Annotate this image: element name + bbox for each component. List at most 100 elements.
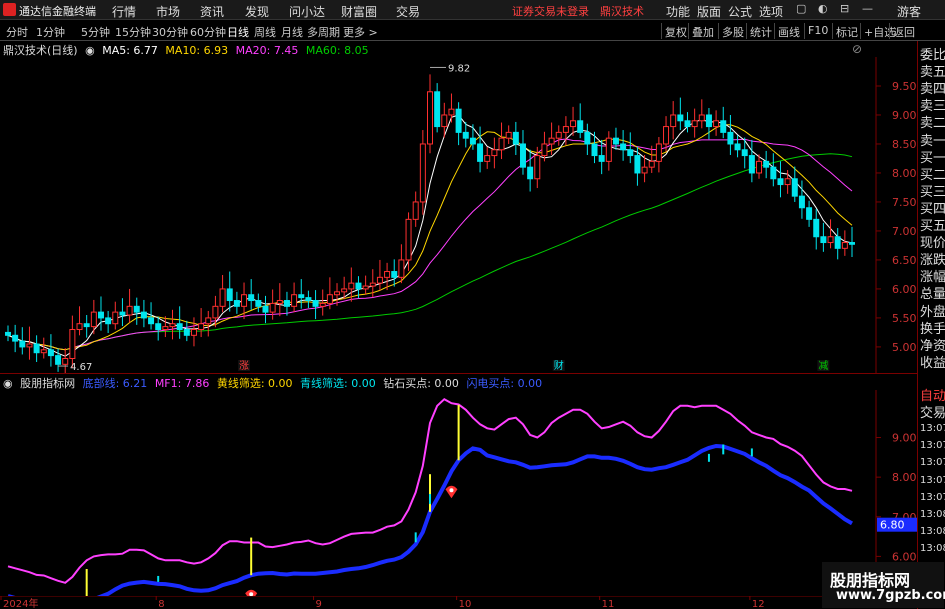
cyan-signal-bar: [157, 575, 160, 582]
minimize-icon[interactable]: —: [862, 2, 873, 15]
menu-quotes[interactable]: 行情: [112, 3, 136, 20]
price-y-tick-label: 6.50: [892, 254, 917, 267]
candle-body: [698, 114, 705, 122]
candle-body: [849, 242, 855, 245]
menu-functions[interactable]: 功能: [666, 3, 690, 20]
candle: [47, 334, 54, 367]
price-y-tick-label: 6.00: [892, 283, 917, 296]
candle-body: [90, 311, 97, 328]
period-monthly[interactable]: 月线: [281, 24, 303, 40]
menu-formula[interactable]: 公式: [728, 3, 752, 20]
candle: [684, 112, 691, 133]
menu-wealth[interactable]: 财富圈: [341, 3, 377, 20]
stats-button[interactable]: 统计: [746, 23, 775, 39]
period-1min[interactable]: 1分钟: [36, 24, 65, 40]
indicator-chart[interactable]: 9.008.007.006.006.80: [0, 390, 917, 596]
adjust-button[interactable]: 复权: [661, 23, 690, 39]
settings-icon[interactable]: ◉: [85, 44, 95, 57]
period-more[interactable]: 更多 >: [343, 24, 378, 40]
period-15min[interactable]: 15分钟: [115, 24, 151, 40]
scroll-icon[interactable]: ⊟: [840, 2, 849, 15]
candle: [62, 348, 69, 373]
restore-icon[interactable]: ▢: [796, 2, 806, 15]
period-multi[interactable]: 多周期: [307, 24, 340, 40]
f10-button[interactable]: F10: [804, 23, 831, 39]
menu-discover[interactable]: 发现: [245, 3, 269, 20]
theme-icon[interactable]: ◐: [818, 2, 828, 15]
price-y-tick-label: 8.00: [892, 167, 917, 180]
overlay-button[interactable]: 叠加: [688, 23, 717, 39]
menu-ask[interactable]: 问小达: [289, 3, 325, 20]
candle: [391, 259, 398, 287]
cyan-signal-bar: [414, 532, 417, 543]
candle: [69, 315, 76, 368]
cyan-signal-bar: [429, 493, 431, 504]
menu-options[interactable]: 选项: [759, 3, 783, 20]
candle: [398, 244, 405, 284]
candle: [198, 308, 205, 338]
candle-body: [126, 305, 133, 316]
time-label: 11: [602, 599, 615, 609]
candle: [477, 126, 484, 173]
candle: [19, 327, 26, 355]
period-60min[interactable]: 60分钟: [190, 24, 226, 40]
guest-label[interactable]: 游客: [897, 3, 921, 20]
period-intraday[interactable]: 分时: [6, 24, 28, 40]
candle-body: [47, 349, 54, 357]
candle-body: [419, 143, 426, 203]
back-button[interactable]: 返回: [889, 23, 918, 39]
candle-body: [312, 300, 319, 307]
candle: [813, 208, 820, 250]
candle: [820, 222, 827, 252]
high-label: 9.82: [448, 63, 470, 74]
candle: [827, 219, 834, 249]
candle-body: [484, 155, 491, 162]
multi-stock-button[interactable]: 多股: [718, 23, 747, 39]
candle: [126, 288, 133, 323]
candle-body: [369, 282, 376, 287]
candle-body: [334, 291, 341, 296]
candle: [205, 310, 212, 337]
candle-body: [605, 137, 612, 162]
candle: [276, 283, 283, 317]
draw-button[interactable]: 画线: [774, 23, 803, 39]
candle-body: [283, 300, 290, 307]
period-daily[interactable]: 日线: [227, 24, 249, 40]
yellow-signal-bar: [429, 474, 431, 512]
brand-label: 鼎汉技术: [600, 5, 644, 18]
close-pane-icon[interactable]: ⊘: [852, 42, 862, 56]
login-alert[interactable]: 证券交易未登录: [512, 3, 589, 19]
candle-body: [455, 108, 462, 133]
candle: [555, 125, 562, 146]
period-30min[interactable]: 30分钟: [152, 24, 188, 40]
indicator-settings-icon[interactable]: ◉: [3, 377, 13, 390]
candle-body: [105, 317, 112, 325]
period-weekly[interactable]: 周线: [254, 24, 276, 40]
menu-news[interactable]: 资讯: [200, 3, 224, 20]
lightning-buy-label: 闪电买点: 0.00: [466, 377, 543, 390]
candle-body: [298, 294, 305, 299]
candle-body: [12, 334, 19, 342]
mark-button[interactable]: 标记: [832, 23, 861, 39]
candle: [491, 137, 498, 169]
candle-body: [269, 302, 276, 313]
candle: [591, 131, 598, 164]
candle: [140, 299, 147, 328]
candle: [298, 279, 305, 309]
menu-market[interactable]: 市场: [156, 3, 180, 20]
candle: [462, 121, 469, 148]
menu-layout[interactable]: 版面: [697, 3, 721, 20]
diamond-buy-label: 钻石买点: 0.00: [383, 377, 459, 390]
candle-body: [620, 143, 627, 151]
candle-body: [713, 120, 720, 128]
candlestick-chart[interactable]: 9.50 9.00 8.50 8.00 7.50 7.00 6.50 6.00 5.50 5.00…: [0, 57, 917, 373]
candle: [834, 228, 841, 260]
quote-field-20[interactable]: 交易: [920, 402, 945, 421]
candle-body: [784, 178, 791, 186]
candle-body: [262, 305, 269, 313]
menu-trade[interactable]: 交易: [396, 3, 420, 20]
diamond-buy-dot: [449, 488, 454, 493]
period-5min[interactable]: 5分钟: [81, 24, 110, 40]
candle-body: [40, 349, 47, 354]
trade-time: 13:07: [920, 491, 945, 503]
